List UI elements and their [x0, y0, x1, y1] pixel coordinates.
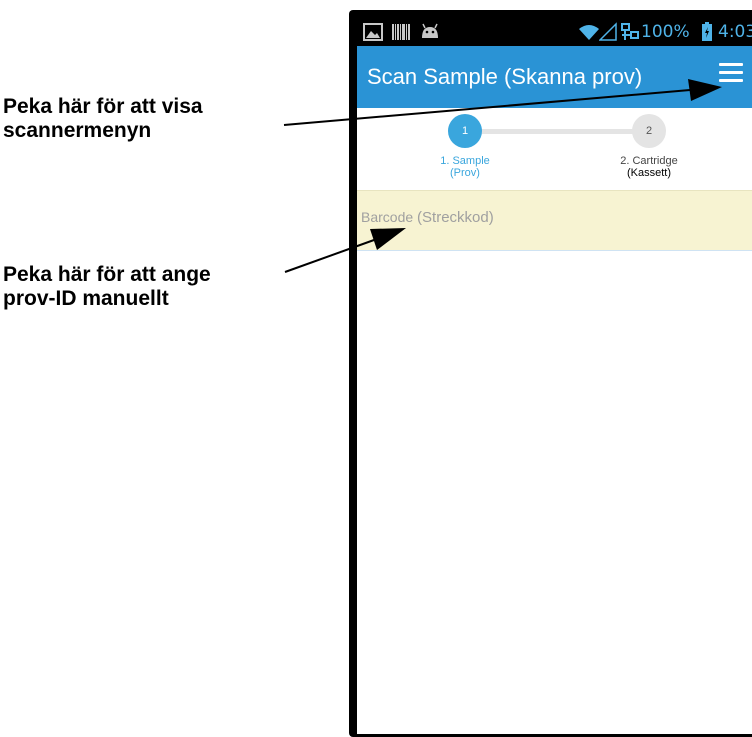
step-2-label-translation: (Kassett): [626, 167, 671, 179]
manual-id-callout: Peka här för att ange prov-ID manuellt: [3, 263, 211, 311]
page-title-translation: (Skanna prov): [503, 64, 643, 89]
signal-icon: [599, 22, 617, 41]
manual-id-callout-line-2: prov-ID manuellt: [3, 287, 169, 310]
menu-callout: Peka här för att visa scannermenyn: [3, 95, 203, 143]
stepper-connector: [472, 129, 652, 134]
menu-callout-line-1: Peka här för att visa: [3, 95, 203, 118]
step-1-label-text: 1. Sample: [440, 155, 490, 167]
wifi-icon: [579, 25, 599, 40]
android-icon: [422, 23, 438, 38]
status-time: 4:03: [718, 22, 752, 42]
page-title: Scan Sample (Skanna prov): [367, 64, 642, 90]
phone-screen: 100% 4:03 Scan Sample (Skanna prov) 1 2 …: [357, 18, 752, 734]
app-bar: Scan Sample (Skanna prov): [357, 46, 752, 108]
step-2-label: 2. Cartridge (Kassett): [599, 155, 699, 179]
stepper: 1 2 1. Sample (Prov) 2. Cartridge (Kasse…: [357, 108, 752, 188]
manual-id-callout-line-1: Peka här för att ange: [3, 263, 211, 286]
barcode-placeholder-text: Barcode: [361, 209, 414, 225]
step-1-circle[interactable]: 1: [448, 114, 482, 148]
menu-callout-line-2: scannermenyn: [3, 119, 152, 142]
barcode-placeholder-translation: (Streckkod): [417, 209, 494, 226]
step-1-label-translation: (Prov): [450, 167, 480, 179]
battery-icon: [702, 22, 712, 41]
network-icon: [621, 23, 639, 40]
barcode-placeholder: Barcode (Streckkod): [361, 209, 494, 226]
step-1-label: 1. Sample (Prov): [415, 155, 515, 179]
battery-percent: 100%: [641, 22, 690, 42]
hamburger-menu-icon[interactable]: [719, 60, 745, 86]
step-2-circle[interactable]: 2: [632, 114, 666, 148]
barcode-input[interactable]: Barcode (Streckkod): [357, 190, 752, 251]
step-2-label-text: 2. Cartridge: [620, 155, 678, 167]
image-icon: [363, 23, 383, 41]
page-title-text: Scan Sample: [367, 64, 498, 89]
barcode-icon: [392, 24, 410, 40]
status-bar: 100% 4:03: [357, 18, 752, 46]
